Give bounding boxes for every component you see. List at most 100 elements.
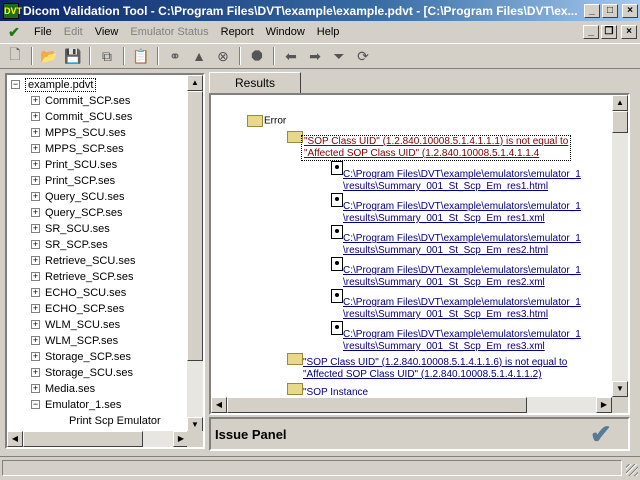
tree-root-label[interactable]: example.pdvt — [25, 78, 97, 92]
refresh-icon[interactable]: ⟳ — [352, 45, 374, 67]
minimize-button[interactable]: _ — [584, 3, 600, 18]
tree-item[interactable]: + Retrieve_SCP.ses — [31, 269, 133, 285]
tree-item[interactable]: + SR_SCP.ses — [31, 237, 108, 253]
result-file-link[interactable]: C:\Program Files\DVT\example\emulators\e… — [343, 169, 581, 193]
mdi-close-button[interactable]: × — [621, 25, 637, 39]
tree-item[interactable]: + Storage_SCP.ses — [31, 349, 131, 365]
expand-icon[interactable]: + — [31, 320, 40, 329]
paste-icon[interactable]: 📋 — [130, 45, 152, 67]
expand-icon[interactable]: + — [31, 112, 40, 121]
tree-item[interactable]: + WLM_SCU.ses — [31, 317, 120, 333]
scroll-down-icon[interactable]: ▼ — [612, 381, 628, 397]
tree-item[interactable]: − Emulator_1.ses — [31, 397, 121, 413]
menu-help[interactable]: Help — [311, 26, 346, 38]
expand-icon[interactable]: + — [31, 96, 40, 105]
tree-item[interactable]: + Commit_SCU.ses — [31, 109, 132, 125]
expand-icon[interactable]: + — [31, 336, 40, 345]
project-tree[interactable]: − example.pdvt + Commit_SCP.ses + Commit_SC… — [5, 73, 205, 449]
menu-edit[interactable]: Edit — [58, 26, 89, 38]
binoculars-icon[interactable]: ⚭ — [164, 45, 186, 67]
document-check-icon[interactable]: ✔ — [6, 24, 22, 40]
expand-icon[interactable]: + — [31, 192, 40, 201]
collapse-icon[interactable]: − — [11, 80, 20, 89]
scroll-thumb[interactable] — [187, 91, 203, 361]
menu-file[interactable]: File — [28, 26, 58, 38]
tab-results-manager[interactable]: Results Manager — [209, 72, 301, 110]
results-vertical-scrollbar[interactable]: ▲ ▼ — [612, 95, 628, 397]
error-message-2[interactable]: "SOP Class UID" (1.2.840.10008.5.1.4.1.1… — [303, 357, 567, 381]
expand-icon[interactable]: + — [31, 240, 40, 249]
open-icon[interactable]: 📂 — [38, 45, 60, 67]
tree-vertical-scrollbar[interactable]: ▲ ▼ — [187, 75, 203, 433]
tree-item[interactable]: + Media.ses — [31, 381, 95, 397]
save-icon[interactable]: 💾 — [62, 45, 84, 67]
scroll-up-icon[interactable]: ▲ — [612, 95, 628, 111]
result-file-link[interactable]: C:\Program Files\DVT\example\emulators\e… — [343, 265, 581, 289]
scroll-left-icon[interactable]: ◀ — [7, 431, 23, 447]
tree-horizontal-scrollbar[interactable]: ◀ ▶ — [7, 431, 189, 447]
expand-icon[interactable]: + — [31, 176, 40, 185]
scroll-left-icon[interactable]: ◀ — [211, 397, 227, 413]
filter-icon[interactable]: ⏷ — [328, 45, 350, 67]
result-file-link[interactable]: C:\Program Files\DVT\example\emulators\e… — [343, 201, 581, 225]
menu-emulator-status[interactable]: Emulator Status — [124, 26, 214, 38]
tree-root[interactable]: − example.pdvt — [11, 77, 97, 93]
checkmark-icon[interactable]: ✔ — [590, 421, 620, 447]
expand-icon[interactable]: + — [31, 288, 40, 297]
maximize-button[interactable]: □ — [602, 3, 618, 18]
expand-icon[interactable]: + — [31, 128, 40, 137]
expand-icon[interactable]: + — [31, 384, 40, 393]
forward-arrow-icon[interactable]: ➡ — [304, 45, 326, 67]
new-icon[interactable]: 🗋 — [4, 45, 26, 67]
tree-item[interactable]: + ECHO_SCU.ses — [31, 285, 126, 301]
title-bar[interactable]: DVT Dicom Validation Tool - C:\Program F… — [0, 0, 640, 21]
dvt-app-icon[interactable]: DVT — [3, 2, 22, 19]
menu-view[interactable]: View — [89, 26, 125, 38]
tree-item[interactable]: + ECHO_SCP.ses — [31, 301, 124, 317]
scroll-thumb[interactable] — [612, 111, 628, 133]
collapse-icon[interactable]: − — [31, 400, 40, 409]
tree-item[interactable]: + Commit_SCP.ses — [31, 93, 130, 109]
close-button[interactable]: × — [622, 3, 638, 18]
error-node[interactable]: Error — [247, 115, 286, 127]
tree-item[interactable]: + Query_SCP.ses — [31, 205, 122, 221]
tree-child-item[interactable]: Print Scp Emulator — [69, 413, 161, 429]
result-file-link[interactable]: C:\Program Files\DVT\example\emulators\e… — [343, 329, 581, 353]
scroll-up-icon[interactable]: ▲ — [187, 75, 203, 91]
warning-icon[interactable]: ▲ — [188, 45, 210, 67]
stop-circle-icon[interactable]: ⊗ — [212, 45, 234, 67]
error-message-3[interactable]: "SOP Instance — [303, 387, 368, 397]
tree-item[interactable]: + Query_SCU.ses — [31, 189, 124, 205]
expand-icon[interactable]: + — [31, 272, 40, 281]
copy-icon[interactable]: ⧉ — [96, 45, 118, 67]
tree-item[interactable]: + Print_SCU.ses — [31, 157, 117, 173]
scroll-thumb[interactable] — [23, 431, 143, 447]
expand-icon[interactable]: + — [31, 368, 40, 377]
scroll-thumb[interactable] — [227, 397, 527, 413]
expand-icon[interactable]: + — [31, 352, 40, 361]
tree-item[interactable]: + Retrieve_SCU.ses — [31, 253, 135, 269]
tree-item[interactable]: + MPPS_SCP.ses — [31, 141, 124, 157]
stop-sign-icon[interactable]: ⯃ — [246, 45, 268, 67]
back-arrow-icon[interactable]: ⬅ — [280, 45, 302, 67]
expand-icon[interactable]: + — [31, 160, 40, 169]
tree-item[interactable]: + SR_SCU.ses — [31, 221, 110, 237]
mdi-minimize-button[interactable]: _ — [583, 25, 599, 39]
expand-icon[interactable]: + — [31, 304, 40, 313]
results-horizontal-scrollbar[interactable]: ◀ ▶ — [211, 397, 612, 413]
result-file-link[interactable]: C:\Program Files\DVT\example\emulators\e… — [343, 233, 581, 257]
tree-item[interactable]: + Print_SCP.ses — [31, 173, 115, 189]
mdi-restore-button[interactable]: ❐ — [601, 25, 617, 39]
scroll-right-icon[interactable]: ▶ — [596, 397, 612, 413]
tree-item[interactable]: + MPPS_SCU.ses — [31, 125, 126, 141]
expand-icon[interactable]: + — [31, 224, 40, 233]
tree-item[interactable]: + WLM_SCP.ses — [31, 333, 118, 349]
tree-item[interactable]: + Storage_SCU.ses — [31, 365, 133, 381]
result-file-link[interactable]: C:\Program Files\DVT\example\emulators\e… — [343, 297, 581, 321]
expand-icon[interactable]: + — [31, 256, 40, 265]
menu-window[interactable]: Window — [260, 26, 311, 38]
resize-grip-icon[interactable] — [626, 464, 638, 476]
menu-report[interactable]: Report — [215, 26, 260, 38]
expand-icon[interactable]: + — [31, 208, 40, 217]
expand-icon[interactable]: + — [31, 144, 40, 153]
